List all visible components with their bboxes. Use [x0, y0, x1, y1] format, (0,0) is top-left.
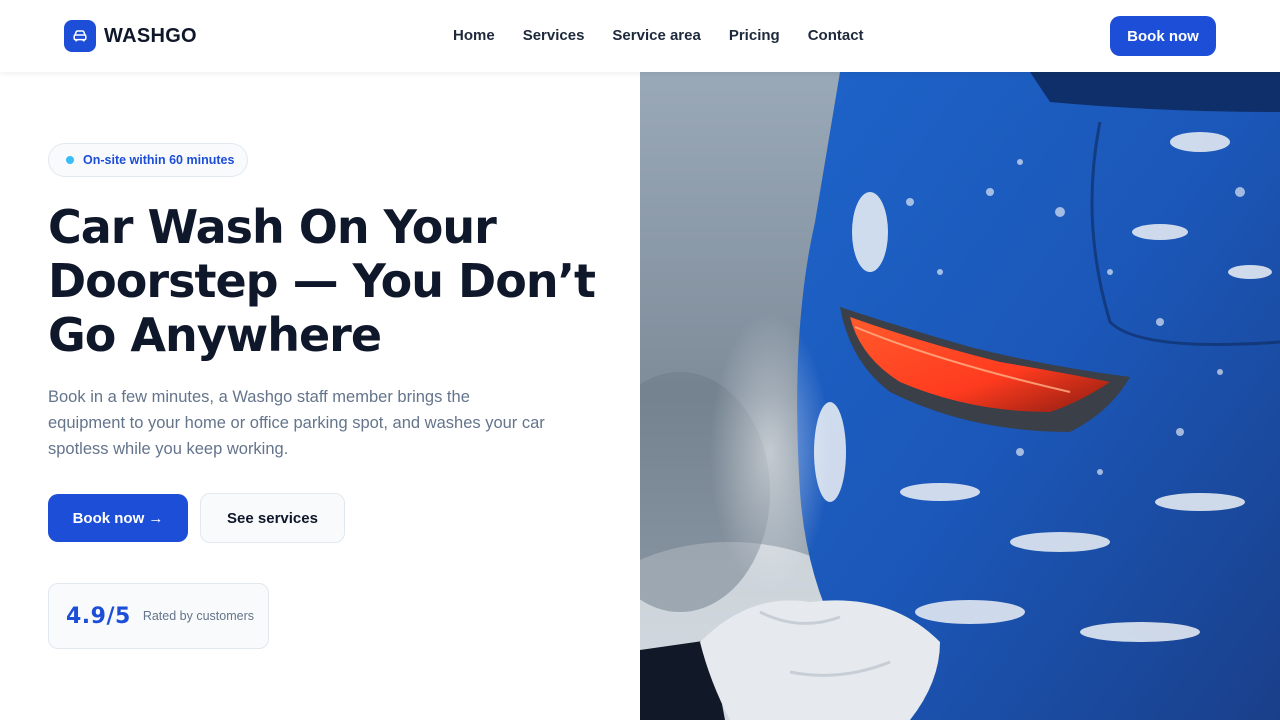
headline-line: Doorstep — You Don’t [48, 254, 596, 308]
availability-badge: On-site within 60 minutes [48, 143, 248, 177]
nav-services[interactable]: Services [523, 26, 585, 46]
book-now-button[interactable]: Book now → [48, 494, 188, 542]
car-wash-illustration [640, 72, 1280, 720]
site-header: WASHGO Home Services Service area Pricin… [0, 0, 1280, 72]
hero-headline: Car Wash On Your Doorstep — You Don’t Go… [48, 200, 608, 362]
headline-line: Go Anywhere [48, 308, 382, 362]
nav-pricing[interactable]: Pricing [729, 26, 780, 46]
brand-name: WASHGO [104, 24, 197, 47]
rating-label: Rated by customers [142, 609, 254, 623]
brand-logo[interactable]: WASHGO [64, 20, 197, 52]
badge-text: On-site within 60 minutes [83, 153, 235, 167]
car-icon [64, 20, 96, 52]
status-dot-icon [66, 156, 74, 164]
header-book-now-button[interactable]: Book now [1110, 16, 1216, 56]
see-services-button[interactable]: See services [200, 493, 345, 543]
rating-card: 4.9/5 Rated by customers [48, 583, 269, 649]
hero-description: Book in a few minutes, a Washgo staff me… [48, 388, 545, 458]
headline-line: Car Wash On Your [48, 200, 497, 254]
nav-contact[interactable]: Contact [808, 26, 864, 46]
rating-value: 4.9/5 [66, 603, 131, 629]
nav-service-area[interactable]: Service area [612, 26, 700, 46]
nav-home[interactable]: Home [453, 26, 495, 46]
hero-image [640, 72, 1280, 720]
main-nav: Home Services Service area Pricing Conta… [453, 26, 864, 46]
